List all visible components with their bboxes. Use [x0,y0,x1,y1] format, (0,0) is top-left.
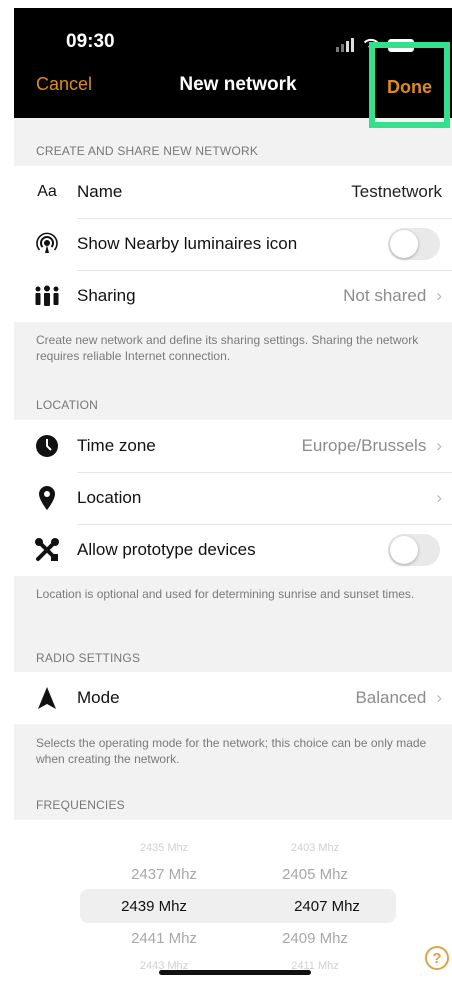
toggle-knob [390,536,418,564]
frequency-picker[interactable]: 2435 Mhz 2437 Mhz 2439 Mhz 2441 Mhz 2443… [14,820,452,982]
chevron-right-icon: › [436,286,442,305]
nearby-toggle[interactable] [388,228,440,260]
mode-label: Mode [77,688,120,707]
location-value-wrap: › [426,488,442,508]
nearby-icon-row: Show Nearby luminaires icon [14,218,452,270]
top-bar: 09:30 Cancel New network Done [14,8,452,128]
radio-group: Mode Balanced › [14,672,452,724]
create-footnote: Create new network and define its sharin… [36,333,419,363]
text-format-icon: Aa [37,183,57,200]
mode-value: Balanced [355,688,427,707]
picker-right-item[interactable]: 2409 Mhz [240,930,390,947]
prototype-toggle[interactable] [388,534,440,566]
prototype-label: Allow prototype devices [77,540,256,559]
people-icon [30,283,64,309]
timezone-label: Time zone [77,436,156,455]
picker-right-item[interactable]: 2403 Mhz [240,842,390,854]
mode-row[interactable]: Mode Balanced › [14,672,452,724]
sharing-value: Not shared [343,286,427,305]
location-group: Time zone Europe/Brussels › Location › A… [14,420,452,576]
app-screen: 09:30 Cancel New network Done CREATE AND… [14,8,452,982]
sharing-label: Sharing [77,286,136,305]
status-time: 09:30 [66,31,115,52]
signal-icon [336,36,354,52]
mode-value-wrap: Balanced › [355,688,442,708]
timezone-row[interactable]: Time zone Europe/Brussels › [14,420,452,472]
chevron-right-icon: › [436,688,442,707]
home-indicator[interactable] [159,970,311,975]
sharing-value-wrap: Not shared › [343,286,442,306]
location-row[interactable]: Location › [14,472,452,524]
chevron-right-icon: › [436,488,442,507]
location-footnote: Location is optional and used for determ… [36,587,415,601]
picker-left-item[interactable]: 2441 Mhz [89,930,239,947]
help-icon[interactable]: ? [425,946,449,970]
picker-left-item[interactable]: 2435 Mhz [89,842,239,854]
location-pin-icon [30,485,64,511]
picker-left-item[interactable]: 2437 Mhz [89,866,239,883]
navigation-arrow-icon [30,685,64,711]
create-group: Aa Name Testnetwork Show Nearby luminair… [14,166,452,322]
chevron-right-icon: › [436,436,442,455]
picker-right-selected[interactable]: 2407 Mhz [252,898,402,915]
timezone-value-wrap: Europe/Brussels › [302,436,442,456]
section-header-create: CREATE AND SHARE NEW NETWORK [36,144,259,158]
toggle-knob [390,230,418,258]
picker-left-selected[interactable]: 2439 Mhz [79,898,229,915]
tools-icon [30,537,64,563]
done-button[interactable]: Done [387,77,432,98]
timezone-value: Europe/Brussels [301,436,427,455]
name-value[interactable]: Testnetwork [351,182,442,202]
nearby-label: Show Nearby luminaires icon [77,234,298,253]
picker-right-item[interactable]: 2405 Mhz [240,866,390,883]
name-row[interactable]: Aa Name Testnetwork [14,166,452,218]
clock-icon [30,433,64,459]
sharing-row[interactable]: Sharing Not shared › [14,270,452,322]
section-header-frequencies: FREQUENCIES [36,798,125,812]
prototype-row: Allow prototype devices [14,524,452,576]
section-header-radio: RADIO SETTINGS [36,651,141,665]
done-button-highlight: Done [369,42,450,128]
section-header-location: LOCATION [36,398,99,412]
broadcast-icon [30,231,64,257]
location-label: Location [77,488,142,507]
radio-footnote: Selects the operating mode for the netwo… [36,736,427,766]
name-label: Name [77,182,123,201]
